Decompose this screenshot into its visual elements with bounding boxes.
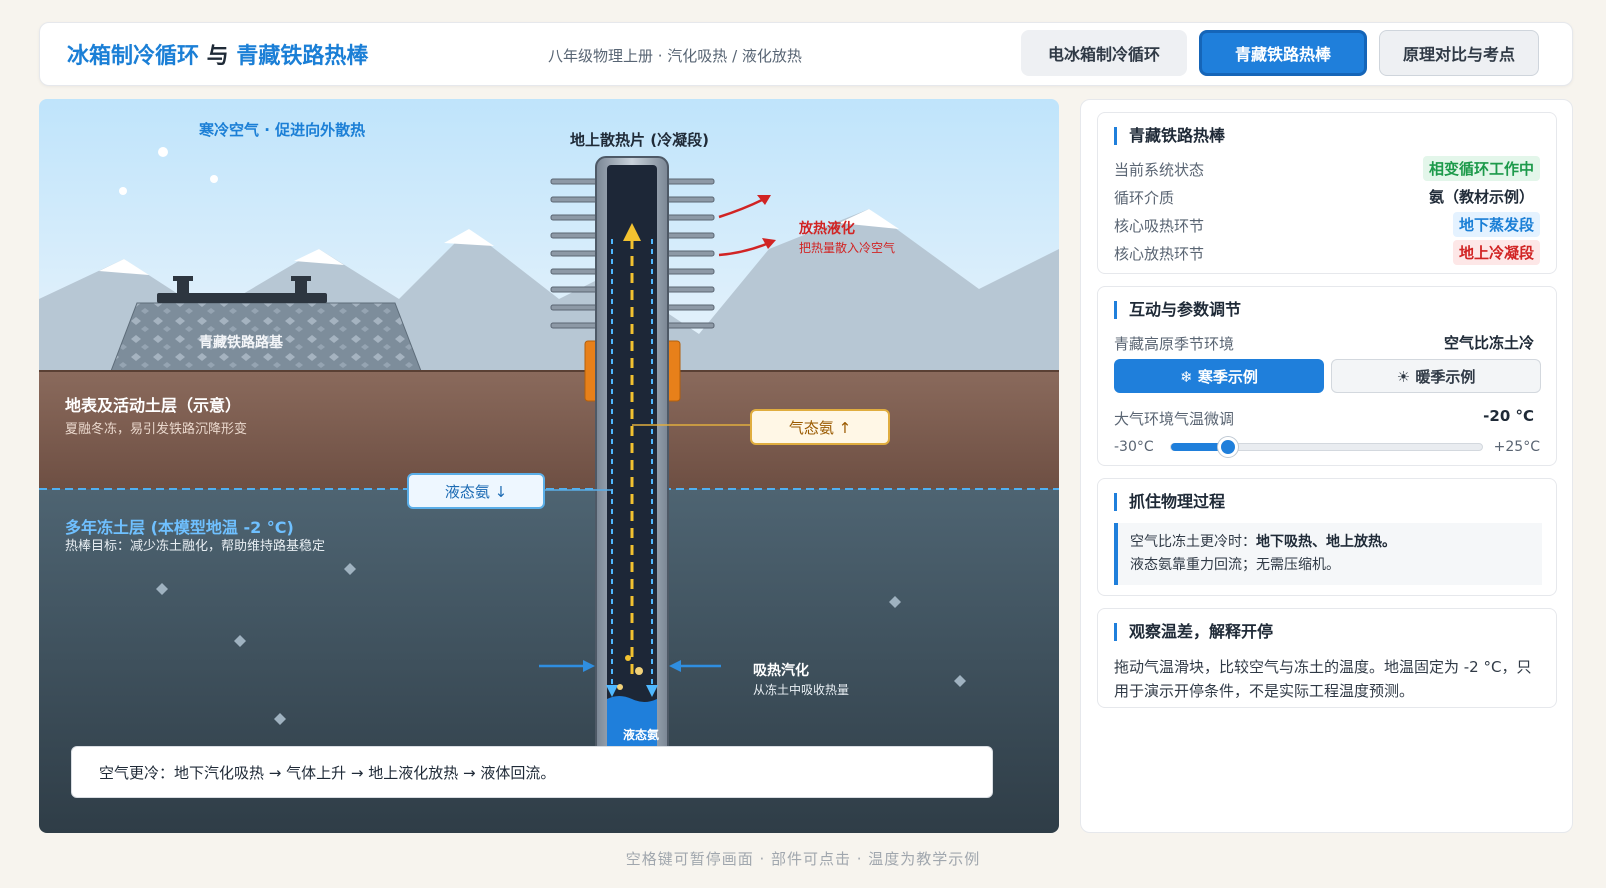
absorb-heat-subtitle: 从冻土中吸收热量 xyxy=(753,683,850,697)
tab-fridge-cycle[interactable]: 电冰箱制冷循环 xyxy=(1021,30,1187,76)
temp-row: 大气环境气温微调 -20 °C xyxy=(1114,405,1540,429)
title-separator: 与 xyxy=(199,44,237,69)
season-label: 青藏高原季节环境 xyxy=(1114,335,1235,353)
observe-text: 拖动气温滑块，比较空气与冻土的温度。地温固定为 -2 °C，只用于演示开停条件，… xyxy=(1114,658,1532,700)
physics-line-2: 液态氨靠重力回流；无需压缩机。 xyxy=(1130,557,1340,573)
page-subtitle: 八年级物理上册 · 汽化吸热 / 液化放热 xyxy=(548,47,802,65)
release-row: 核心放热环节 地上冷凝段 xyxy=(1114,240,1540,265)
controls-card-title: 互动与参数调节 xyxy=(1114,301,1241,319)
medium-key: 循环介质 xyxy=(1114,189,1175,207)
slider-thumb[interactable] xyxy=(1217,437,1238,457)
temp-value: -20 °C xyxy=(1483,407,1534,425)
absorb-key: 核心吸热环节 xyxy=(1114,217,1205,235)
physics-card-title: 抓住物理过程 xyxy=(1114,493,1225,511)
medium-row: 循环介质 氨（教材示例） xyxy=(1114,184,1540,208)
release-key: 核心放热环节 xyxy=(1114,245,1205,263)
absorb-row: 核心吸热环节 地下蒸发段 xyxy=(1114,212,1540,237)
status-row: 当前系统状态 相变循环工作中 xyxy=(1114,156,1540,181)
season-row: 青藏高原季节环境 空气比冻土冷 xyxy=(1114,330,1540,354)
page-title: 冰箱制冷循环 与 青藏铁路热棒 xyxy=(67,38,368,70)
liquid-ammonia-callout[interactable]: 液态氨 ↓ xyxy=(407,473,545,509)
slider-max-label: +25°C xyxy=(1493,439,1540,455)
top-header: 冰箱制冷循环 与 青藏铁路热棒 八年级物理上册 · 汽化吸热 / 液化放热 电冰… xyxy=(39,22,1573,86)
condenser-fin-label: 地上散热片 (冷凝段) xyxy=(570,131,709,149)
liquid-pool-label: 液态氨 xyxy=(623,728,660,742)
release-badge: 地上冷凝段 xyxy=(1452,240,1540,265)
status-key: 当前系统状态 xyxy=(1114,161,1205,179)
gas-ammonia-callout[interactable]: 气态氨 ↑ xyxy=(750,409,890,445)
title-heat-rod: 青藏铁路热棒 xyxy=(236,44,369,69)
medium-value: 氨（教材示例） xyxy=(1428,188,1534,206)
temp-label: 大气环境气温微调 xyxy=(1114,410,1235,428)
release-heat-title: 放热液化 xyxy=(799,221,855,237)
scene-illustration xyxy=(39,99,1059,833)
sky-label: 寒冷空气 · 促进向外散热 xyxy=(199,121,366,139)
footer-hint: 空格键可暂停画面 · 部件可点击 · 温度为教学示例 xyxy=(625,850,981,868)
observe-card: 观察温差，解释开停 拖动气温滑块，比较空气与冻土的温度。地温固定为 -2 °C，… xyxy=(1097,608,1557,708)
slider-min-label: -30°C xyxy=(1114,439,1154,455)
tab-heat-rod[interactable]: 青藏铁路热棒 xyxy=(1199,30,1367,76)
info-panel: 青藏铁路热棒 当前系统状态 相变循环工作中 循环介质 氨（教材示例） 核心吸热环… xyxy=(1080,99,1573,833)
absorb-heat-title: 吸热汽化 xyxy=(753,663,809,679)
release-heat-subtitle: 把热量散入冷空气 xyxy=(799,241,896,255)
active-soil-title: 地表及活动土层（示意） xyxy=(65,396,242,415)
status-card: 青藏铁路热棒 当前系统状态 相变循环工作中 循环介质 氨（教材示例） 核心吸热环… xyxy=(1097,112,1557,274)
status-badge: 相变循环工作中 xyxy=(1422,156,1540,181)
process-caption: 空气更冷：地下汽化吸热 → 气体上升 → 地上液化放热 → 液体回流。 xyxy=(71,746,993,798)
season-value: 空气比冻土冷 xyxy=(1443,334,1534,352)
status-card-title: 青藏铁路热棒 xyxy=(1114,127,1225,145)
temperature-slider[interactable] xyxy=(1170,437,1483,457)
warm-season-button[interactable]: ☀ 暖季示例 xyxy=(1331,359,1541,393)
cold-season-button[interactable]: ❄ 寒季示例 xyxy=(1114,359,1324,393)
controls-card: 互动与参数调节 青藏高原季节环境 空气比冻土冷 ❄ 寒季示例 ☀ 暖季示例 大气… xyxy=(1097,286,1557,466)
observe-card-title: 观察温差，解释开停 xyxy=(1114,623,1273,641)
physics-card: 抓住物理过程 空气比冻土更冷时：地下吸热、地上放热。 液态氨靠重力回流；无需压缩… xyxy=(1097,478,1557,596)
title-fridge: 冰箱制冷循环 xyxy=(67,44,200,69)
active-soil-subtitle: 夏融冬冻，易引发铁路沉降形变 xyxy=(65,422,248,437)
physics-note: 空气比冻土更冷时：地下吸热、地上放热。 液态氨靠重力回流；无需压缩机。 xyxy=(1114,523,1542,585)
permafrost-subtitle: 热棒目标：减少冻土融化，帮助维持路基稳定 xyxy=(65,539,326,554)
absorb-badge: 地下蒸发段 xyxy=(1452,212,1540,237)
physics-line-1: 空气比冻土更冷时：地下吸热、地上放热。 xyxy=(1130,534,1396,550)
roadbed-label[interactable]: 青藏铁路路基 xyxy=(199,332,283,352)
tab-comparison[interactable]: 原理对比与考点 xyxy=(1379,30,1539,76)
heat-rod-scene: 寒冷空气 · 促进向外散热 地上散热片 (冷凝段) 放热液化 把热量散入冷空气 … xyxy=(39,99,1059,833)
